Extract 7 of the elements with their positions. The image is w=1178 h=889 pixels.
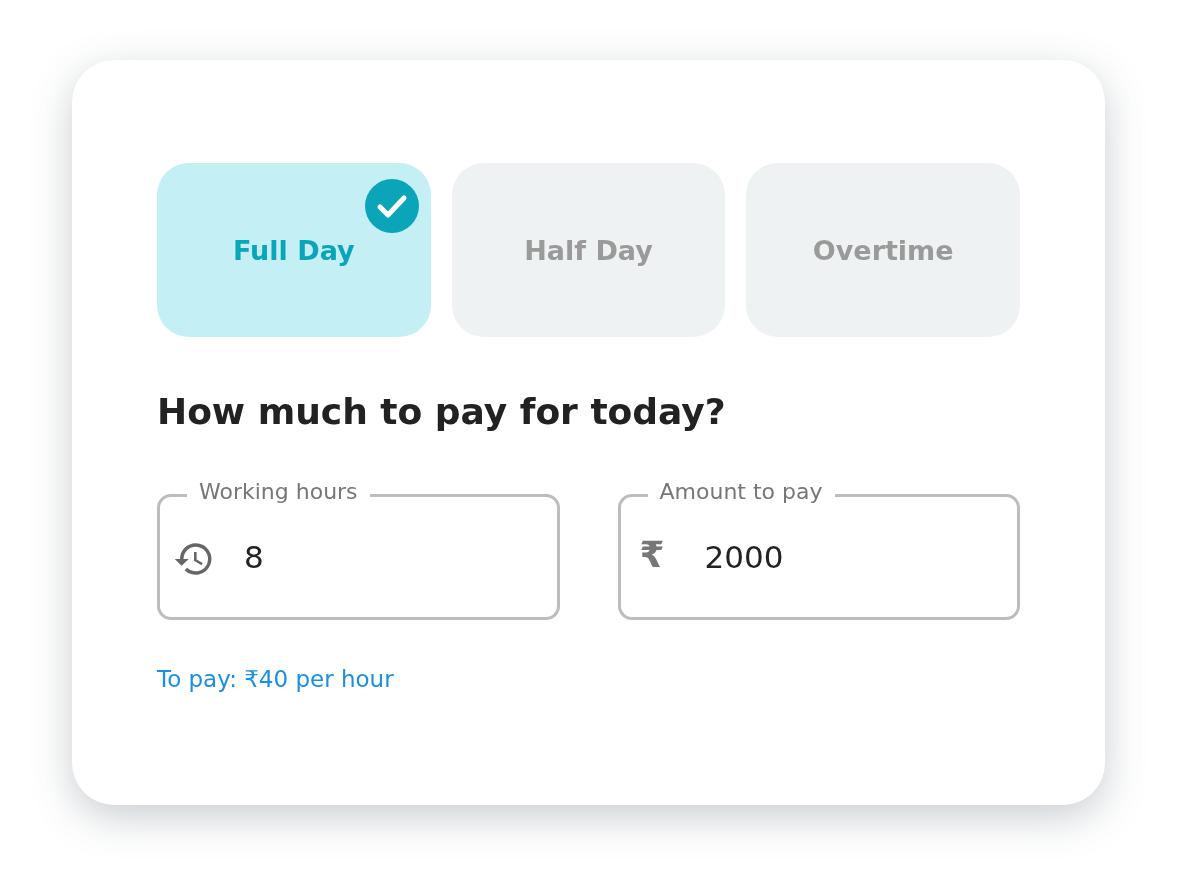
option-tab[interactable]: Overtime bbox=[746, 163, 1020, 337]
rupee-symbol: ₹ bbox=[639, 534, 665, 575]
question-heading: How much to pay for today? bbox=[157, 391, 727, 432]
option-tab[interactable]: Full Day bbox=[157, 163, 431, 337]
rate-link[interactable]: To pay: ₹40 per hour bbox=[157, 666, 394, 692]
option-tab[interactable]: Half Day bbox=[451, 163, 726, 337]
check-icon bbox=[364, 179, 419, 233]
